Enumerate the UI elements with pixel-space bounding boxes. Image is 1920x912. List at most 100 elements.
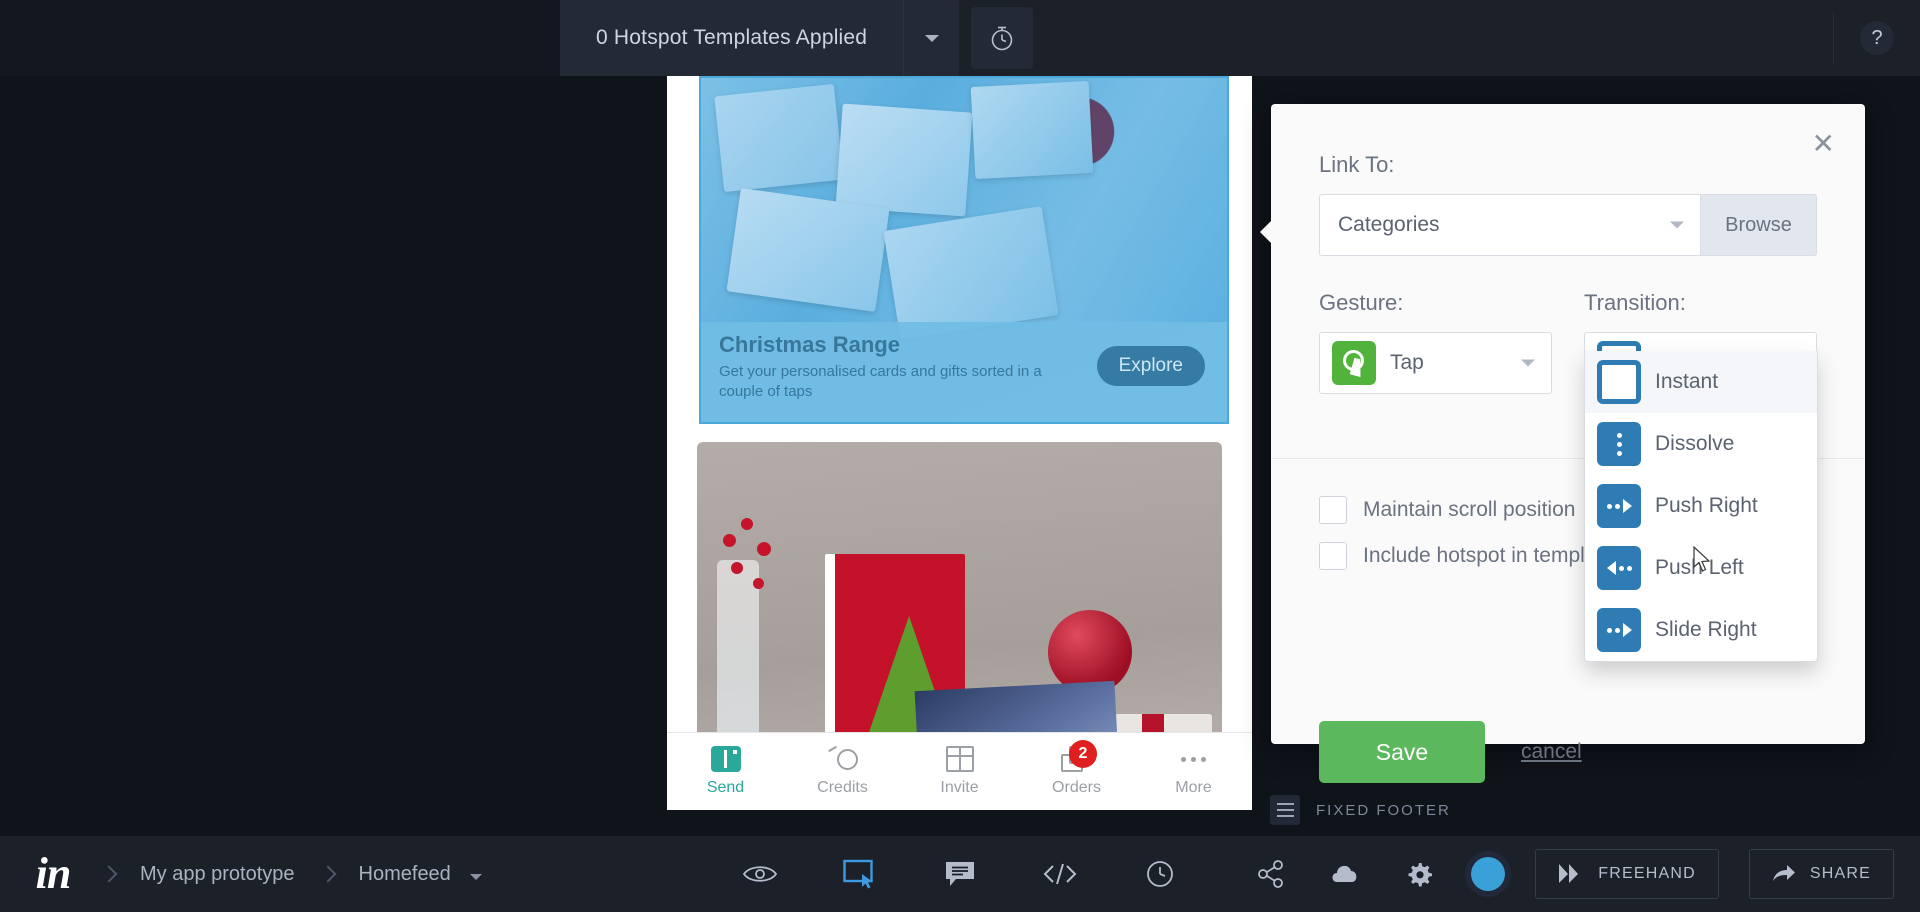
bottom-right-tools: FREEHAND SHARE — [1249, 849, 1894, 899]
option-label: Instant — [1655, 370, 1719, 393]
checkbox-label: Include hotspot in template — [1363, 544, 1614, 567]
option-label: Dissolve — [1655, 432, 1735, 455]
share-nodes-button[interactable] — [1249, 852, 1293, 896]
transition-option-dissolve[interactable]: Dissolve — [1585, 413, 1817, 475]
nav-item-credits[interactable]: Credits — [784, 745, 901, 797]
option-label: Push Right — [1655, 494, 1758, 517]
gesture-value: Tap — [1390, 351, 1424, 374]
link-to-select[interactable]: Categories — [1319, 194, 1701, 256]
credits-icon — [827, 745, 858, 772]
gift-icon — [945, 746, 974, 772]
comment-icon — [946, 862, 974, 886]
berry-decor — [757, 542, 771, 556]
share-arrow-icon — [1772, 865, 1795, 881]
preview-eye-button[interactable] — [738, 852, 782, 896]
promo-card[interactable]: Christmas Range Get your personalised ca… — [699, 76, 1229, 424]
nav-label: Orders — [1052, 779, 1101, 796]
chevron-down-icon — [470, 873, 483, 880]
hotspot-build-button[interactable] — [838, 852, 882, 896]
bottom-toolbar: in My app prototype Homefeed FREEHAND SH… — [0, 836, 1920, 912]
berry-decor — [753, 578, 764, 589]
checkbox-row-maintain-scroll[interactable]: Maintain scroll position — [1319, 496, 1614, 524]
maintain-scroll-checkbox[interactable] — [1319, 496, 1347, 524]
comment-button[interactable] — [938, 852, 982, 896]
ellipsis-icon — [1178, 746, 1210, 772]
hotspot-templates-dropdown-button[interactable] — [903, 0, 960, 76]
nav-label: More — [1175, 779, 1212, 796]
nav-label: Send — [706, 779, 745, 796]
topbar-left-spacer — [0, 0, 560, 76]
gesture-transition-row: Gesture: Tap Transition: Instant Dissolv… — [1319, 290, 1818, 662]
cloud-upload-button[interactable] — [1323, 852, 1367, 896]
chevron-down-icon — [1521, 359, 1535, 367]
explore-button[interactable]: Explore — [1096, 346, 1205, 386]
app-bottom-nav: Send Credits Invite 2 Orders More — [667, 732, 1252, 810]
nav-item-send[interactable]: Send — [667, 746, 784, 797]
top-toolbar: 0 Hotspot Templates Applied ? — [0, 0, 1920, 76]
history-clock-icon — [1147, 861, 1173, 887]
tap-icon — [1332, 341, 1376, 385]
fixed-footer-label: FIXED FOOTER — [1316, 801, 1451, 819]
instant-icon — [1597, 360, 1641, 404]
breadcrumb-screen[interactable]: Homefeed — [359, 863, 483, 886]
push-left-icon — [1597, 546, 1641, 590]
nav-label: Invite — [940, 779, 979, 796]
breadcrumb-project[interactable]: My app prototype — [140, 863, 295, 886]
link-to-label: Link To: — [1319, 152, 1395, 177]
hotspot-templates-control[interactable]: 0 Hotspot Templates Applied — [560, 0, 960, 76]
close-icon[interactable]: ✕ — [1812, 130, 1835, 158]
nav-item-more[interactable]: More — [1135, 746, 1252, 797]
transition-label: Transition: — [1584, 290, 1686, 315]
freehand-button[interactable]: FREEHAND — [1535, 849, 1719, 899]
decor-card-1 — [714, 83, 844, 193]
fixed-footer-marker[interactable]: FIXED FOOTER — [1270, 795, 1451, 825]
logo-text: in — [35, 849, 72, 898]
modal-pointer — [1260, 220, 1272, 244]
nav-item-orders[interactable]: 2 Orders — [1018, 740, 1135, 797]
transition-option-push-right[interactable]: Push Right — [1585, 475, 1817, 537]
decor-card-5 — [883, 206, 1059, 340]
breadcrumb-separator — [100, 866, 116, 882]
code-inspect-icon — [1043, 863, 1077, 885]
user-avatar[interactable] — [1471, 857, 1506, 891]
orders-badge: 2 — [1069, 740, 1097, 768]
promo-card-subtitle: Get your personalised cards and gifts so… — [719, 363, 1042, 401]
christmas-photo-card[interactable] — [697, 442, 1222, 782]
stopwatch-button[interactable] — [971, 7, 1034, 69]
help-button[interactable]: ? — [1860, 21, 1894, 55]
stopwatch-icon — [991, 26, 1013, 51]
browse-button[interactable]: Browse — [1701, 194, 1817, 256]
checkbox-label: Maintain scroll position — [1363, 498, 1576, 521]
checkbox-row-include-hotspot[interactable]: Include hotspot in template — [1319, 542, 1614, 570]
save-button[interactable]: Save — [1319, 721, 1485, 783]
option-label: Push Left — [1655, 556, 1744, 579]
cloud-upload-icon — [1332, 865, 1357, 882]
send-icon — [710, 746, 741, 772]
hotspot-templates-label: 0 Hotspot Templates Applied — [596, 26, 868, 49]
modal-actions: Save cancel — [1319, 721, 1582, 783]
push-right-icon — [1597, 484, 1641, 528]
nav-item-invite[interactable]: Invite — [901, 746, 1018, 797]
slide-right-icon — [1597, 608, 1641, 652]
promo-card-band: Christmas Range Get your personalised ca… — [701, 322, 1227, 422]
transition-option-push-left[interactable]: Push Left — [1585, 537, 1817, 599]
share-button[interactable]: SHARE — [1748, 849, 1894, 899]
transition-column: Transition: Instant Instant — [1584, 290, 1818, 662]
transition-dropdown: Instant Dissolve Push Right Push Left Sl… — [1584, 351, 1818, 662]
hotspot-link-modal: ✕ Link To: Categories Browse Gesture: Ta… — [1260, 104, 1865, 783]
transition-option-slide-right[interactable]: Slide Right — [1585, 599, 1817, 661]
settings-button[interactable] — [1397, 852, 1441, 896]
preview-eye-icon — [742, 866, 778, 882]
history-button[interactable] — [1138, 852, 1182, 896]
link-to-row: Categories Browse — [1319, 194, 1817, 256]
invision-logo[interactable]: in — [30, 849, 76, 898]
option-label: Slide Right — [1655, 618, 1757, 641]
gesture-select[interactable]: Tap — [1319, 332, 1552, 394]
transition-option-instant[interactable]: Instant — [1585, 351, 1817, 413]
code-inspect-button[interactable] — [1038, 852, 1082, 896]
include-hotspot-checkbox[interactable] — [1319, 542, 1347, 570]
mode-tools — [738, 852, 1182, 896]
hotspot-build-icon — [843, 859, 873, 889]
topbar-divider — [1833, 12, 1834, 64]
cancel-link[interactable]: cancel — [1521, 740, 1582, 764]
